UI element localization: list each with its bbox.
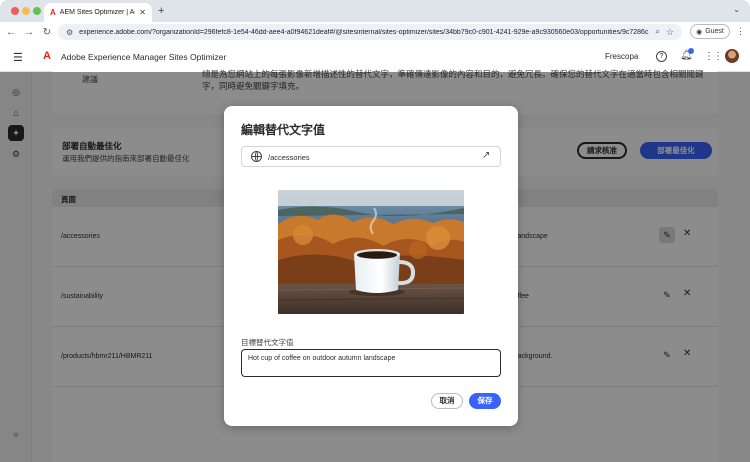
- minimize-window-button[interactable]: [22, 7, 30, 15]
- dialog-title: 編輯替代文字值: [241, 123, 326, 137]
- page-url: /accessories: [268, 153, 310, 162]
- site-info-icon[interactable]: ⚙: [66, 28, 73, 37]
- browser-menu-icon[interactable]: ⋮: [736, 26, 745, 37]
- address-bar[interactable]: ⚙ experience.adobe.com/?organizationId=2…: [58, 24, 682, 40]
- adobe-favicon-icon: A: [50, 8, 56, 17]
- image-preview: [278, 190, 464, 314]
- maximize-window-button[interactable]: [33, 7, 41, 15]
- save-button[interactable]: 保存: [469, 393, 501, 409]
- help-icon[interactable]: ?: [656, 51, 667, 62]
- avatar[interactable]: [725, 49, 739, 63]
- tab-list-chevron-icon[interactable]: ⌄: [733, 5, 740, 14]
- open-link-arrow-icon[interactable]: ↗: [482, 150, 490, 161]
- forward-arrow-icon[interactable]: →: [22, 27, 36, 38]
- address-url[interactable]: experience.adobe.com/?organizationId=296…: [79, 29, 649, 36]
- close-window-button[interactable]: [11, 7, 19, 15]
- profile-guest-button[interactable]: ◉ Guest: [690, 24, 730, 39]
- app-title: Adobe Experience Manager Sites Optimizer: [61, 52, 227, 62]
- alt-text-input[interactable]: Hot cup of coffee on outdoor autumn land…: [241, 349, 501, 377]
- browser-tab[interactable]: A AEM Sites Optimizer | Adobe ✕: [44, 3, 152, 22]
- edit-alt-text-dialog: 編輯替代文字值 /accessories ↗ 目標替代文字值 Hot cup o…: [224, 106, 518, 426]
- alt-text-label: 目標替代文字值: [241, 338, 294, 347]
- tab-title: AEM Sites Optimizer | Adobe: [59, 9, 136, 16]
- browser-toolbar: ← → ↻ ⚙ experience.adobe.com/?organizati…: [0, 22, 750, 42]
- adobe-logo-icon: A: [43, 50, 51, 62]
- person-icon: ◉: [696, 28, 703, 36]
- globe-icon: [251, 151, 262, 162]
- tab-close-icon[interactable]: ✕: [139, 8, 146, 17]
- cancel-button[interactable]: 取消: [431, 393, 463, 409]
- page-url-field: /accessories ↗: [241, 146, 501, 167]
- reload-icon[interactable]: ↻: [40, 27, 54, 38]
- hamburger-menu-icon[interactable]: ☰: [13, 51, 23, 64]
- new-tab-icon[interactable]: +: [158, 5, 164, 17]
- back-arrow-icon[interactable]: ←: [4, 27, 18, 38]
- zoom-icon[interactable]: ⌕: [655, 27, 659, 37]
- notification-badge: [688, 48, 694, 54]
- browser-tab-bar: A AEM Sites Optimizer | Adobe ✕ + ⌄: [0, 0, 750, 22]
- bookmark-star-icon[interactable]: ☆: [666, 27, 674, 38]
- org-switcher[interactable]: Frescopa: [605, 52, 638, 61]
- guest-label: Guest: [705, 28, 724, 35]
- coffee-cup-image: [278, 190, 464, 314]
